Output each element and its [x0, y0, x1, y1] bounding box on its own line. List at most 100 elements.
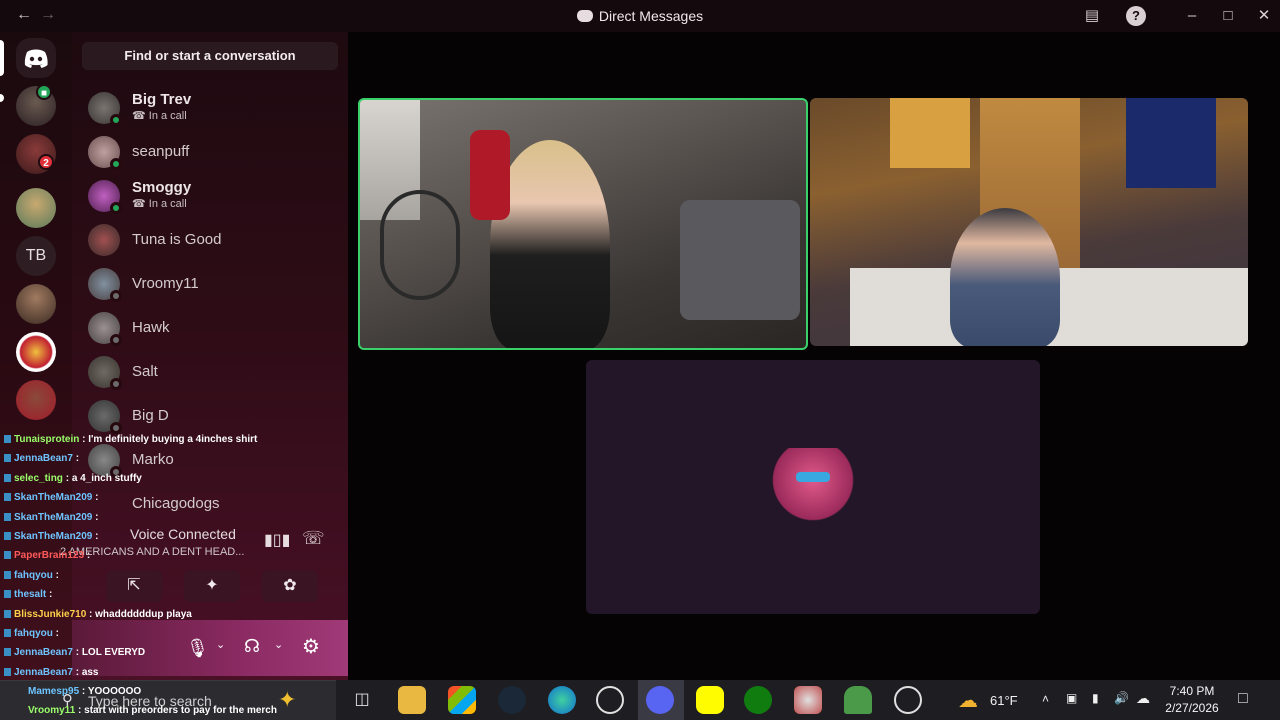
chat-line: Tunaisprotein : I'm definitely buying a … — [0, 430, 300, 449]
dm-item-vroomy11[interactable]: Vroomy11 — [82, 264, 338, 304]
video-tile-avatar[interactable] — [586, 360, 1040, 614]
clock[interactable]: 7:40 PM 2/27/2026 — [1160, 683, 1224, 717]
in-call-label: ☎ In a call — [132, 198, 187, 210]
xbox-icon[interactable] — [744, 686, 772, 714]
chat-badge-icon — [4, 454, 11, 463]
stream-chat-overlay: Tunaisprotein : I'm definitely buying a … — [0, 430, 300, 682]
call-stage — [348, 32, 1280, 680]
minimize-icon[interactable]: – — [1182, 6, 1202, 26]
chat-badge-icon — [4, 609, 11, 618]
video-tile-speaking[interactable] — [358, 98, 808, 350]
dm-item-tuna-is-good[interactable]: Tuna is Good — [82, 220, 338, 260]
inbox-icon[interactable]: ▤ — [1082, 6, 1102, 26]
chat-badge-icon — [4, 512, 11, 521]
discord-small-icon — [576, 10, 593, 22]
phone-icon: ☎ — [132, 198, 149, 210]
chat-badge-icon — [4, 531, 11, 540]
conversation-search[interactable]: Find or start a conversation — [82, 42, 338, 70]
battery-icon[interactable]: ▮ — [1092, 691, 1099, 705]
unread-indicator — [0, 94, 4, 102]
steam-icon[interactable] — [498, 686, 526, 714]
chat-line: JennaBean7 : LOL EVERYD — [0, 643, 300, 662]
selected-indicator — [0, 40, 4, 76]
settings-gear-icon[interactable]: ⚙ — [302, 634, 320, 659]
temperature: 61°F — [990, 693, 1018, 708]
server-avatar[interactable] — [16, 380, 56, 420]
dm-name: seanpuff — [132, 143, 190, 160]
chat-badge-icon — [4, 551, 11, 560]
server-tb[interactable]: TB — [16, 236, 56, 276]
recording-icon[interactable] — [894, 686, 922, 714]
chat-badge-icon — [4, 493, 11, 502]
edge-icon[interactable] — [548, 686, 576, 714]
call-badge-icon: ■ — [36, 84, 52, 100]
dm-item-salt[interactable]: Salt — [82, 352, 338, 392]
person — [950, 208, 1060, 346]
volume-icon[interactable]: 🔊 — [1114, 691, 1129, 705]
server-avatar[interactable] — [16, 332, 56, 372]
dm-name: Vroomy11 — [132, 275, 199, 292]
online-status-icon — [110, 114, 122, 126]
store-icon[interactable] — [448, 686, 476, 714]
obs-icon[interactable] — [596, 686, 624, 714]
chat-line: fahqyou : — [0, 624, 300, 643]
chat-line: Vroomy11 : start with preorders to pay f… — [28, 705, 277, 716]
offline-status-icon — [110, 290, 122, 302]
notification-icon[interactable]: □ — [1238, 690, 1248, 708]
close-icon[interactable]: ✕ — [1254, 6, 1274, 26]
chat-line: SkanTheMan209 : — [0, 488, 300, 507]
dm-name: Tuna is Good — [132, 231, 222, 248]
disconnect-icon[interactable]: ☏ — [302, 528, 325, 549]
user-avatar — [768, 448, 858, 528]
dm-item-smoggy[interactable]: Smoggy ☎ In a call — [82, 176, 338, 216]
chat-badge-icon — [4, 473, 11, 482]
avatar-visor — [796, 472, 830, 482]
app-icon[interactable] — [794, 686, 822, 714]
gaming-chair — [470, 130, 510, 220]
chat-line: selec_ting : a 4_inch stuffy — [0, 469, 300, 488]
usb-icon[interactable]: ▣ — [1066, 691, 1077, 705]
video-tile[interactable] — [810, 98, 1248, 346]
chat-badge-icon — [4, 667, 11, 676]
clock-time: 7:40 PM — [1169, 684, 1215, 698]
dm-name: Smoggy — [132, 179, 192, 196]
chat-line: Mamesp95 : YOOOOOO — [28, 686, 142, 697]
dm-name: Big Trev — [132, 91, 192, 108]
task-view-icon[interactable]: ◫ — [348, 686, 376, 714]
server-avatar[interactable] — [16, 284, 56, 324]
dm-name: Big D — [132, 407, 169, 424]
discord-logo-icon[interactable] — [16, 38, 56, 78]
person — [540, 128, 550, 138]
maximize-icon[interactable]: □ — [1218, 6, 1238, 26]
chat-overlay-bottom: Mamesp95 : YOOOOOO Vroomy11 : start with… — [0, 682, 320, 720]
dm-item-seanpuff[interactable]: seanpuff — [82, 132, 338, 172]
dm-name: Hawk — [132, 319, 170, 336]
bicycle — [380, 190, 460, 300]
dm-item-hawk[interactable]: Hawk — [82, 308, 338, 348]
chevron-up-icon[interactable]: ˄ — [1042, 692, 1049, 706]
online-status-icon — [110, 202, 122, 214]
chat-line: thesalt : — [0, 585, 300, 604]
discord-window: ← → Direct Messages ▤ ? – □ ✕ ■ 2 TB Fin… — [0, 0, 1280, 680]
chat-line: PaperBrain123 : — [0, 546, 300, 565]
chat-line: fahqyou : — [0, 566, 300, 585]
offline-status-icon — [110, 378, 122, 390]
network-icon[interactable]: ☁ — [1136, 690, 1150, 707]
weather-cloud-icon: ☁ — [958, 690, 978, 712]
chat-line: BlissJunkie710 : whaddddddup playa — [0, 605, 300, 624]
help-icon[interactable]: ? — [1126, 6, 1146, 26]
avatar — [88, 224, 120, 256]
snapchat-icon[interactable] — [696, 686, 724, 714]
dm-item-big-trev[interactable]: Big Trev ☎ In a call — [82, 88, 338, 128]
server-avatar[interactable] — [16, 188, 56, 228]
clock-date: 2/27/2026 — [1165, 701, 1219, 715]
chat-badge-icon — [4, 648, 11, 657]
file-explorer-icon[interactable] — [398, 686, 426, 714]
flag — [1126, 98, 1216, 188]
mention-badge: 2 — [38, 154, 54, 170]
chat-badge-icon — [4, 628, 11, 637]
game-icon[interactable] — [844, 686, 872, 714]
chat-line: SkanTheMan209 : — [0, 508, 300, 527]
title-bar: ← → Direct Messages ▤ ? – □ ✕ — [0, 0, 1280, 32]
discord-taskbar-icon[interactable] — [646, 686, 674, 714]
